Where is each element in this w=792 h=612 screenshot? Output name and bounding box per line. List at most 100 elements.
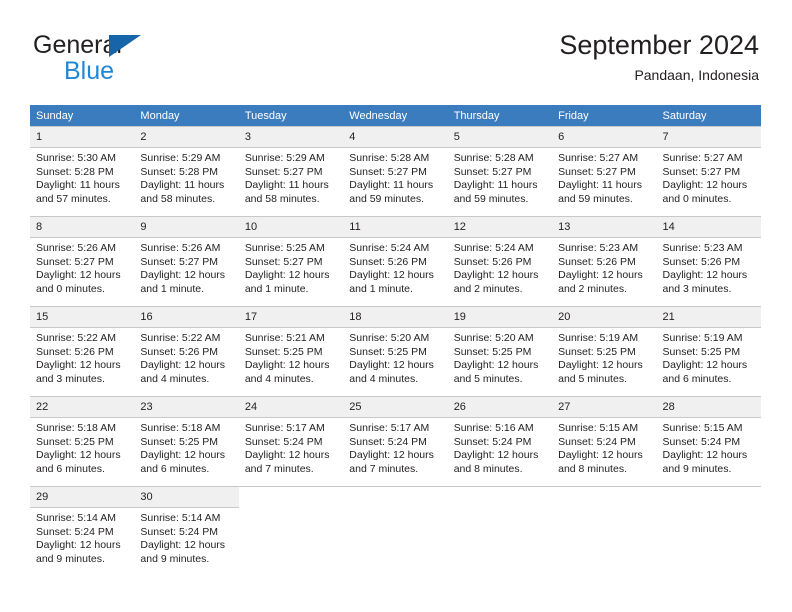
calendar-day[interactable]: 16 Sunrise: 5:22 AM Sunset: 5:26 PM Dayligh… <box>134 306 239 396</box>
calendar-day[interactable]: 25 Sunrise: 5:17 AM Sunset: 5:24 PM Dayligh… <box>343 396 448 486</box>
sunset-time: Sunset: 5:26 PM <box>36 345 114 358</box>
calendar-day[interactable]: 29 Sunrise: 5:14 AM Sunset: 5:24 PM Dayligh… <box>30 486 135 576</box>
calendar-day[interactable]: 2 Sunrise: 5:29 AM Sunset: 5:28 PM Daylight… <box>134 126 239 216</box>
sunrise-time: Sunrise: 5:27 AM <box>662 152 743 164</box>
calendar-day[interactable]: 23 Sunrise: 5:18 AM Sunset: 5:25 PM Dayligh… <box>134 396 239 486</box>
brand-logo[interactable]: General Blue <box>33 32 253 92</box>
calendar-day[interactable]: 21 Sunrise: 5:19 AM Sunset: 5:25 PM Dayligh… <box>656 306 761 396</box>
sunset-time: Sunset: 5:25 PM <box>36 435 114 448</box>
page-title: September 2024 <box>559 30 759 60</box>
sunrise-time: Sunrise: 5:21 AM <box>244 332 325 344</box>
calendar-day[interactable]: 13 Sunrise: 5:23 AM Sunset: 5:26 PM Dayligh… <box>552 216 657 306</box>
day-number: 20 <box>552 307 657 328</box>
daylight-duration-line1: Daylight: 11 hours <box>453 179 538 192</box>
day-sun-info: Sunrise: 5:26 AM Sunset: 5:27 PM Daylight:… <box>134 238 238 296</box>
calendar-cell: 17 Sunrise: 5:21 AM Sunset: 5:25 PM Dayligh… <box>238 306 344 396</box>
daylight-duration-line2: and 4 minutes. <box>140 372 210 385</box>
daylight-duration-line2: and 0 minutes. <box>662 192 732 205</box>
calendar-day[interactable]: 24 Sunrise: 5:17 AM Sunset: 5:24 PM Dayligh… <box>238 396 344 486</box>
calendar-day[interactable]: 22 Sunrise: 5:18 AM Sunset: 5:25 PM Dayligh… <box>30 396 135 486</box>
calendar-day[interactable]: 11 Sunrise: 5:24 AM Sunset: 5:26 PM Dayligh… <box>343 216 448 306</box>
daylight-duration-line1: Daylight: 12 hours <box>453 359 539 372</box>
calendar-day[interactable]: 14 Sunrise: 5:23 AM Sunset: 5:26 PM Dayligh… <box>656 216 761 306</box>
calendar-cell: 13 Sunrise: 5:23 AM Sunset: 5:26 PM Dayligh… <box>552 216 657 306</box>
daylight-duration-line1: Daylight: 12 hours <box>558 269 643 282</box>
sunrise-time: Sunrise: 5:29 AM <box>140 152 221 164</box>
calendar-body: 1 Sunrise: 5:30 AM Sunset: 5:28 PM Daylight… <box>30 126 761 576</box>
calendar-page: General Blue September 2024 Pandaan, Ind… <box>0 0 792 612</box>
calendar-day[interactable]: 3 Sunrise: 5:29 AM Sunset: 5:27 PM Daylight… <box>238 126 344 216</box>
day-number: 21 <box>656 307 761 328</box>
calendar-cell: 20 Sunrise: 5:19 AM Sunset: 5:25 PM Dayligh… <box>552 306 657 396</box>
day-sun-info: Sunrise: 5:27 AM Sunset: 5:27 PM Daylight:… <box>657 148 761 206</box>
weekday-header-thursday: Thursday <box>447 105 553 126</box>
day-sun-info: Sunrise: 5:23 AM Sunset: 5:26 PM Daylight:… <box>552 238 656 296</box>
calendar-cell: 28 Sunrise: 5:15 AM Sunset: 5:24 PM Dayligh… <box>656 396 761 486</box>
calendar-day[interactable]: 1 Sunrise: 5:30 AM Sunset: 5:28 PM Daylight… <box>30 126 135 216</box>
calendar-day[interactable]: 15 Sunrise: 5:22 AM Sunset: 5:26 PM Dayligh… <box>30 306 135 396</box>
day-number: 26 <box>447 397 553 418</box>
calendar-day[interactable]: 20 Sunrise: 5:19 AM Sunset: 5:25 PM Dayligh… <box>552 306 657 396</box>
weekday-header-sunday: Sunday <box>30 105 135 126</box>
daylight-duration-line1: Daylight: 12 hours <box>349 449 434 462</box>
calendar-day[interactable]: 4 Sunrise: 5:28 AM Sunset: 5:27 PM Daylight… <box>343 126 448 216</box>
sunset-time: Sunset: 5:27 PM <box>244 165 323 178</box>
day-number: 17 <box>238 307 344 328</box>
calendar-header-row: Sunday Monday Tuesday Wednesday Thursday… <box>30 105 761 126</box>
day-number: 28 <box>656 397 761 418</box>
daylight-duration-line1: Daylight: 12 hours <box>244 359 330 372</box>
calendar-day[interactable]: 17 Sunrise: 5:21 AM Sunset: 5:25 PM Dayligh… <box>238 306 344 396</box>
sunrise-time: Sunrise: 5:16 AM <box>453 422 534 434</box>
day-sun-info: Sunrise: 5:17 AM Sunset: 5:24 PM Daylight:… <box>239 418 343 476</box>
day-number: 27 <box>552 397 657 418</box>
sunrise-time: Sunrise: 5:23 AM <box>558 242 639 254</box>
daylight-duration-line2: and 5 minutes. <box>453 372 523 385</box>
calendar-day-empty <box>238 486 344 576</box>
daylight-duration-line1: Daylight: 12 hours <box>662 359 748 372</box>
calendar-day[interactable]: 9 Sunrise: 5:26 AM Sunset: 5:27 PM Daylight… <box>134 216 239 306</box>
calendar-day[interactable]: 28 Sunrise: 5:15 AM Sunset: 5:24 PM Dayligh… <box>656 396 761 486</box>
sunset-time: Sunset: 5:25 PM <box>244 345 323 358</box>
calendar-day[interactable]: 18 Sunrise: 5:20 AM Sunset: 5:25 PM Dayligh… <box>343 306 448 396</box>
calendar-cell: 24 Sunrise: 5:17 AM Sunset: 5:24 PM Dayligh… <box>238 396 344 486</box>
calendar-day[interactable]: 10 Sunrise: 5:25 AM Sunset: 5:27 PM Dayligh… <box>238 216 344 306</box>
daylight-duration-line2: and 6 minutes. <box>36 462 105 475</box>
daylight-duration-line1: Daylight: 12 hours <box>349 359 434 372</box>
daylight-duration-line1: Daylight: 12 hours <box>140 539 226 552</box>
day-number <box>343 487 448 507</box>
calendar-day-empty <box>552 486 657 576</box>
daylight-duration-line1: Daylight: 12 hours <box>140 359 226 372</box>
daylight-duration-line1: Daylight: 12 hours <box>558 449 643 462</box>
daylight-duration-line1: Daylight: 11 hours <box>558 179 642 192</box>
sunrise-time: Sunrise: 5:24 AM <box>349 242 430 254</box>
day-number: 5 <box>447 127 553 148</box>
day-sun-info: Sunrise: 5:29 AM Sunset: 5:28 PM Daylight:… <box>134 148 238 206</box>
calendar-day[interactable]: 12 Sunrise: 5:24 AM Sunset: 5:26 PM Dayligh… <box>447 216 553 306</box>
page-header: General Blue September 2024 Pandaan, Ind… <box>33 28 759 94</box>
calendar-cell: 9 Sunrise: 5:26 AM Sunset: 5:27 PM Daylight… <box>134 216 239 306</box>
daylight-duration-line2: and 7 minutes. <box>244 462 314 475</box>
day-sun-info: Sunrise: 5:14 AM Sunset: 5:24 PM Daylight:… <box>30 508 134 566</box>
day-sun-info: Sunrise: 5:21 AM Sunset: 5:25 PM Daylight:… <box>239 328 343 386</box>
calendar-day[interactable]: 8 Sunrise: 5:26 AM Sunset: 5:27 PM Daylight… <box>30 216 135 306</box>
calendar-day[interactable]: 27 Sunrise: 5:15 AM Sunset: 5:24 PM Dayligh… <box>552 396 657 486</box>
calendar-day[interactable]: 26 Sunrise: 5:16 AM Sunset: 5:24 PM Dayligh… <box>447 396 553 486</box>
daylight-duration-line2: and 58 minutes. <box>244 192 320 205</box>
sunset-time: Sunset: 5:26 PM <box>349 255 427 268</box>
daylight-duration-line1: Daylight: 11 hours <box>140 179 225 192</box>
daylight-duration-line1: Daylight: 11 hours <box>244 179 329 192</box>
calendar-cell: 22 Sunrise: 5:18 AM Sunset: 5:25 PM Dayligh… <box>30 396 135 486</box>
calendar-day[interactable]: 19 Sunrise: 5:20 AM Sunset: 5:25 PM Dayligh… <box>447 306 553 396</box>
calendar-day[interactable]: 6 Sunrise: 5:27 AM Sunset: 5:27 PM Daylight… <box>552 126 657 216</box>
daylight-duration-line1: Daylight: 12 hours <box>453 449 539 462</box>
daylight-duration-line2: and 4 minutes. <box>244 372 314 385</box>
calendar-day[interactable]: 5 Sunrise: 5:28 AM Sunset: 5:27 PM Daylight… <box>447 126 553 216</box>
sunset-time: Sunset: 5:24 PM <box>662 435 741 448</box>
calendar-cell: 30 Sunrise: 5:14 AM Sunset: 5:24 PM Dayligh… <box>134 486 239 576</box>
weekday-header-monday: Monday <box>134 105 239 126</box>
daylight-duration-line2: and 6 minutes. <box>662 372 732 385</box>
calendar-day[interactable]: 7 Sunrise: 5:27 AM Sunset: 5:27 PM Daylight… <box>656 126 761 216</box>
calendar-cell: 8 Sunrise: 5:26 AM Sunset: 5:27 PM Daylight… <box>30 216 135 306</box>
day-sun-info: Sunrise: 5:23 AM Sunset: 5:26 PM Daylight:… <box>657 238 761 296</box>
calendar-day[interactable]: 30 Sunrise: 5:14 AM Sunset: 5:24 PM Dayligh… <box>134 486 239 576</box>
